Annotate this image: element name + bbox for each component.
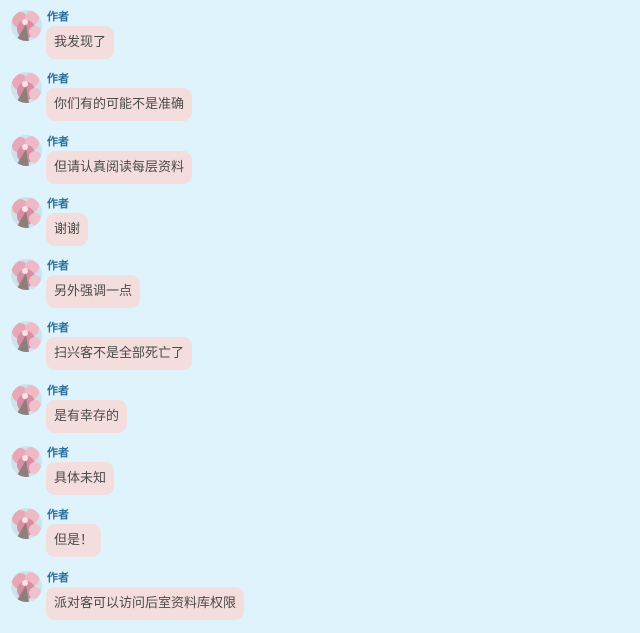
chat-message: 作者 是有幸存的: [0, 383, 640, 446]
author-avatar-icon[interactable]: [11, 321, 42, 353]
author-avatar-icon[interactable]: [11, 72, 42, 104]
author-name[interactable]: 作者: [47, 508, 69, 521]
message-bubble: 是有幸存的: [46, 399, 128, 433]
author-name[interactable]: 作者: [47, 135, 69, 148]
message-bubble: 谢谢: [46, 212, 89, 246]
message-bubble: 具体未知: [46, 462, 115, 496]
message-bubble: 派对客可以访问后室资料库权限: [46, 586, 245, 620]
chat-message: 作者 我发现了: [0, 10, 640, 72]
chat-message: 作者 但是！: [0, 508, 640, 570]
author-avatar-icon[interactable]: [11, 446, 42, 478]
message-bubble: 我发现了: [46, 26, 115, 59]
author-name[interactable]: 作者: [47, 10, 69, 23]
author-avatar-icon[interactable]: [11, 508, 42, 540]
chat-message: 作者 扫兴客不是全部死亡了: [0, 321, 640, 383]
chat-message: 作者 你们有的可能不是准确: [0, 72, 640, 134]
author-name[interactable]: 作者: [47, 197, 69, 210]
author-name[interactable]: 作者: [47, 321, 69, 334]
author-avatar-icon[interactable]: [11, 570, 42, 602]
author-avatar-icon[interactable]: [11, 10, 42, 41]
message-bubble: 你们有的可能不是准确: [46, 88, 193, 122]
author-name[interactable]: 作者: [47, 384, 69, 397]
chat-message: 作者 具体未知: [0, 446, 640, 508]
author-avatar-icon[interactable]: [11, 196, 42, 228]
chat-message: 作者 另外强调一点: [0, 259, 640, 321]
author-avatar-icon[interactable]: [11, 134, 42, 166]
message-bubble: 但是！: [46, 524, 102, 558]
message-bubble: 另外强调一点: [46, 275, 141, 309]
author-avatar-icon[interactable]: [11, 259, 42, 291]
message-bubble: 但请认真阅读每层资料: [46, 150, 193, 184]
author-name[interactable]: 作者: [47, 259, 69, 272]
chat-log: 作者 我发现了 作者 你们有的可能不是准确 作者 但请认真阅读每层资料 作者 谢…: [0, 0, 640, 630]
author-name[interactable]: 作者: [47, 72, 69, 85]
author-name[interactable]: 作者: [47, 571, 69, 584]
chat-message: 作者 谢谢: [0, 196, 640, 259]
author-avatar-icon[interactable]: [11, 383, 42, 415]
author-name[interactable]: 作者: [47, 446, 69, 459]
message-bubble: 扫兴客不是全部死亡了: [46, 337, 193, 371]
chat-message: 作者 但请认真阅读每层资料: [0, 134, 640, 197]
chat-message: 作者 派对客可以访问后室资料库权限: [0, 570, 640, 633]
